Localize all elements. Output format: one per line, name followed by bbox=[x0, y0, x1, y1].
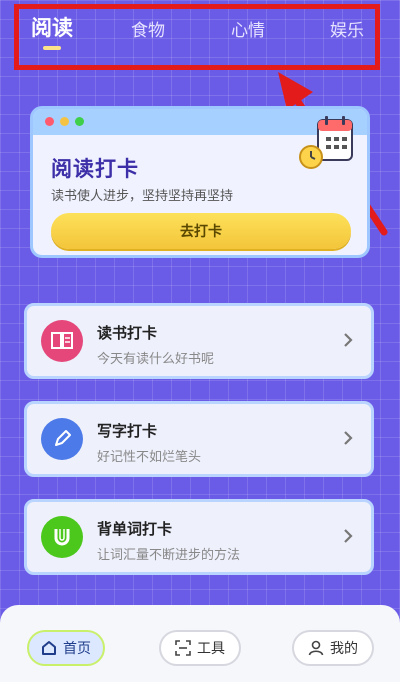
card-subtitle: 好记性不如烂笔头 bbox=[97, 450, 202, 465]
nav-home-button[interactable]: 首页 bbox=[27, 630, 105, 666]
bottom-navigation: 首页 工具 我的 bbox=[0, 605, 400, 682]
minimize-dot-icon bbox=[60, 117, 69, 126]
maximize-dot-icon bbox=[75, 117, 84, 126]
pencil-icon bbox=[41, 418, 83, 460]
highlight-rectangle bbox=[14, 4, 380, 70]
card-subtitle: 今天有读什么好书呢 bbox=[97, 352, 215, 367]
nav-profile-button[interactable]: 我的 bbox=[292, 630, 374, 666]
book-icon bbox=[41, 320, 83, 362]
card-title: 背单词打卡 bbox=[97, 520, 173, 538]
hero-subtitle: 读书使人进步，坚持坚持再坚持 bbox=[51, 189, 234, 204]
card-subtitle: 让词汇量不断进步的方法 bbox=[97, 548, 241, 563]
nav-home-label: 首页 bbox=[63, 641, 91, 657]
hero-title: 阅读打卡 bbox=[51, 157, 139, 181]
chevron-right-icon bbox=[344, 529, 353, 543]
home-icon bbox=[42, 641, 56, 655]
nav-tools-label: 工具 bbox=[197, 641, 225, 657]
chevron-right-icon bbox=[344, 431, 353, 445]
card-title: 写字打卡 bbox=[97, 422, 158, 440]
nav-profile-label: 我的 bbox=[330, 641, 358, 657]
clock-icon bbox=[299, 145, 323, 169]
u-letter-icon bbox=[41, 516, 83, 558]
close-dot-icon bbox=[45, 117, 54, 126]
reading-checkin-card[interactable]: 读书打卡 今天有读什么好书呢 bbox=[24, 303, 374, 379]
go-checkin-button[interactable]: 去打卡 bbox=[51, 213, 351, 249]
writing-checkin-card[interactable]: 写字打卡 好记性不如烂笔头 bbox=[24, 401, 374, 477]
scan-icon bbox=[175, 640, 191, 656]
vocabulary-checkin-card[interactable]: 背单词打卡 让词汇量不断进步的方法 bbox=[24, 499, 374, 575]
chevron-right-icon bbox=[344, 333, 353, 347]
card-title: 读书打卡 bbox=[97, 324, 158, 342]
nav-tools-button[interactable]: 工具 bbox=[159, 630, 241, 666]
user-icon bbox=[308, 640, 324, 656]
